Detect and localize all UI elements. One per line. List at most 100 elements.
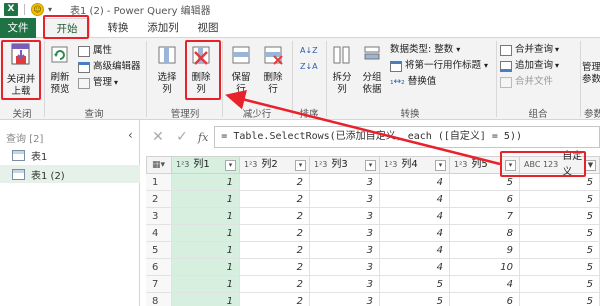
column-filter-dropdown-icon[interactable]: ▾ bbox=[435, 159, 446, 171]
table-cell[interactable]: 1 bbox=[172, 259, 240, 276]
sort-descending-button[interactable]: Z↓A bbox=[300, 60, 318, 74]
column-type-icon[interactable]: 1²3 bbox=[384, 157, 397, 173]
query-item-table1-2[interactable]: 表1 (2) bbox=[0, 165, 140, 183]
table-cell[interactable]: 4 bbox=[380, 259, 450, 276]
table-row[interactable]: 5123495 bbox=[146, 242, 600, 259]
table-cell[interactable]: 5 bbox=[520, 208, 600, 225]
table-cell[interactable]: 3 bbox=[310, 242, 380, 259]
table-cell[interactable]: 4 bbox=[380, 208, 450, 225]
combine-files-icon bbox=[500, 76, 512, 88]
combine-files-button[interactable]: 合并文件 bbox=[500, 75, 553, 89]
tab-file[interactable]: 文件 bbox=[0, 18, 36, 38]
split-column-button[interactable]: 拆分 列 bbox=[328, 44, 356, 96]
manage-parameters-button[interactable]: 管理 参数 bbox=[582, 62, 600, 86]
tab-view[interactable]: 视图 bbox=[190, 18, 226, 38]
column-header-3[interactable]: 1²3 列3 ▾ bbox=[310, 156, 380, 174]
sort-ascending-button[interactable]: A↓Z bbox=[300, 44, 318, 58]
table-cell[interactable]: 5 bbox=[520, 191, 600, 208]
table-cell[interactable]: 5 bbox=[520, 276, 600, 293]
table-cell[interactable]: 1 bbox=[172, 225, 240, 242]
table-cell[interactable]: 3 bbox=[310, 174, 380, 191]
table-cell[interactable]: 4 bbox=[380, 225, 450, 242]
tab-transform[interactable]: 转换 bbox=[98, 18, 138, 38]
collapse-pane-icon[interactable]: ‹ bbox=[128, 128, 133, 142]
table-cell[interactable]: 3 bbox=[310, 293, 380, 306]
table-cell[interactable]: 5 bbox=[380, 293, 450, 306]
query-item-table1[interactable]: 表1 bbox=[0, 146, 140, 164]
table-cell[interactable]: 2 bbox=[240, 191, 310, 208]
column-filter-dropdown-icon[interactable]: ▾ bbox=[225, 159, 236, 171]
table-row[interactable]: 4123485 bbox=[146, 225, 600, 242]
table-row[interactable]: 7123545 bbox=[146, 276, 600, 293]
table-cell[interactable]: 4 bbox=[380, 191, 450, 208]
advanced-editor-button[interactable]: 高级编辑器 bbox=[78, 60, 141, 74]
merge-queries-button[interactable]: 合并查询 ▾ bbox=[500, 43, 559, 57]
refresh-preview-button[interactable]: 刷新 预览 bbox=[46, 44, 74, 96]
choose-columns-button[interactable]: 选择 列 bbox=[152, 44, 182, 96]
table-cell[interactable]: 5 bbox=[380, 276, 450, 293]
table-corner-icon[interactable]: ▦▾ bbox=[146, 156, 172, 174]
append-queries-button[interactable]: 追加查询 ▾ bbox=[500, 59, 559, 73]
group-by-button[interactable]: 分组 依据 bbox=[358, 44, 386, 96]
table-cell[interactable]: 2 bbox=[240, 208, 310, 225]
confirm-formula-icon[interactable]: ✓ bbox=[170, 129, 194, 145]
table-cell[interactable]: 3 bbox=[310, 225, 380, 242]
table-cell[interactable]: 1 bbox=[172, 191, 240, 208]
table-cell[interactable]: 2 bbox=[240, 225, 310, 242]
column-type-icon[interactable]: 1²3 bbox=[454, 157, 467, 173]
manage-button[interactable]: 管理 ▾ bbox=[78, 76, 118, 90]
table-cell[interactable]: 1 bbox=[172, 293, 240, 306]
remove-rows-button[interactable]: 删除 行 bbox=[258, 44, 288, 96]
table-cell[interactable]: 6 bbox=[450, 191, 520, 208]
table-cell[interactable]: 5 bbox=[520, 293, 600, 306]
column-header-1[interactable]: 1²3 列1 ▾ bbox=[172, 156, 240, 174]
table-cell[interactable]: 3 bbox=[310, 208, 380, 225]
column-filter-dropdown-icon[interactable]: ▾ bbox=[295, 159, 306, 171]
properties-button[interactable]: 属性 bbox=[78, 44, 112, 58]
table-cell[interactable]: 4 bbox=[380, 242, 450, 259]
quick-access-dropdown-icon[interactable]: ▾ bbox=[48, 5, 52, 14]
table-cell[interactable]: 3 bbox=[310, 191, 380, 208]
table-row[interactable]: 2123465 bbox=[146, 191, 600, 208]
tab-add-column[interactable]: 添加列 bbox=[138, 18, 188, 38]
table-cell[interactable]: 2 bbox=[240, 276, 310, 293]
table-cell[interactable]: 1 bbox=[172, 174, 240, 191]
table-cell[interactable]: 6 bbox=[450, 293, 520, 306]
column-header-4[interactable]: 1²3 列4 ▾ bbox=[380, 156, 450, 174]
table-cell[interactable]: 5 bbox=[520, 225, 600, 242]
table-cell[interactable]: 3 bbox=[310, 259, 380, 276]
cancel-formula-icon[interactable]: ✕ bbox=[146, 129, 170, 145]
table-row[interactable]: 8123565 bbox=[146, 293, 600, 306]
column-header-2[interactable]: 1²3 列2 ▾ bbox=[240, 156, 310, 174]
smiley-icon[interactable]: ☺ bbox=[31, 2, 44, 16]
table-row[interactable]: 3123475 bbox=[146, 208, 600, 225]
table-cell[interactable]: 2 bbox=[240, 293, 310, 306]
table-cell[interactable]: 4 bbox=[450, 276, 520, 293]
filter-applied-icon[interactable]: ▼ bbox=[585, 159, 596, 171]
table-cell[interactable]: 5 bbox=[520, 242, 600, 259]
table-cell[interactable]: 2 bbox=[240, 242, 310, 259]
column-type-icon[interactable]: 1²3 bbox=[176, 157, 189, 173]
column-filter-dropdown-icon[interactable]: ▾ bbox=[365, 159, 376, 171]
table-cell[interactable]: 7 bbox=[450, 208, 520, 225]
use-first-row-headers-button[interactable]: 将第一行用作标题 ▾ bbox=[390, 59, 488, 73]
table-cell[interactable]: 5 bbox=[520, 259, 600, 276]
table-cell[interactable]: 9 bbox=[450, 242, 520, 259]
keep-rows-button[interactable]: 保留 行 bbox=[226, 44, 256, 96]
table-cell[interactable]: 2 bbox=[240, 259, 310, 276]
table-cell[interactable]: 3 bbox=[310, 276, 380, 293]
data-type-dropdown[interactable]: 数据类型: 整数 ▾ bbox=[390, 43, 460, 57]
title-bar: X ☺ ▾ 表1 (2) - Power Query 编辑器 bbox=[0, 0, 600, 18]
table-cell[interactable]: 10 bbox=[450, 259, 520, 276]
replace-values-button[interactable]: ₁↔₂ 替换值 bbox=[390, 75, 436, 89]
column-type-icon[interactable]: 1²3 bbox=[244, 157, 257, 173]
table-cell[interactable]: 1 bbox=[172, 276, 240, 293]
table-cell[interactable]: 4 bbox=[380, 174, 450, 191]
table-row[interactable]: 6 1 2 3 4 10 5 bbox=[146, 259, 600, 276]
table-cell[interactable]: 8 bbox=[450, 225, 520, 242]
formula-input[interactable]: = Table.SelectRows(已添加自定义, each ([自定义] =… bbox=[214, 126, 600, 148]
table-cell[interactable]: 1 bbox=[172, 242, 240, 259]
column-type-icon[interactable]: 1²3 bbox=[314, 157, 327, 173]
table-cell[interactable]: 2 bbox=[240, 174, 310, 191]
table-cell[interactable]: 1 bbox=[172, 208, 240, 225]
